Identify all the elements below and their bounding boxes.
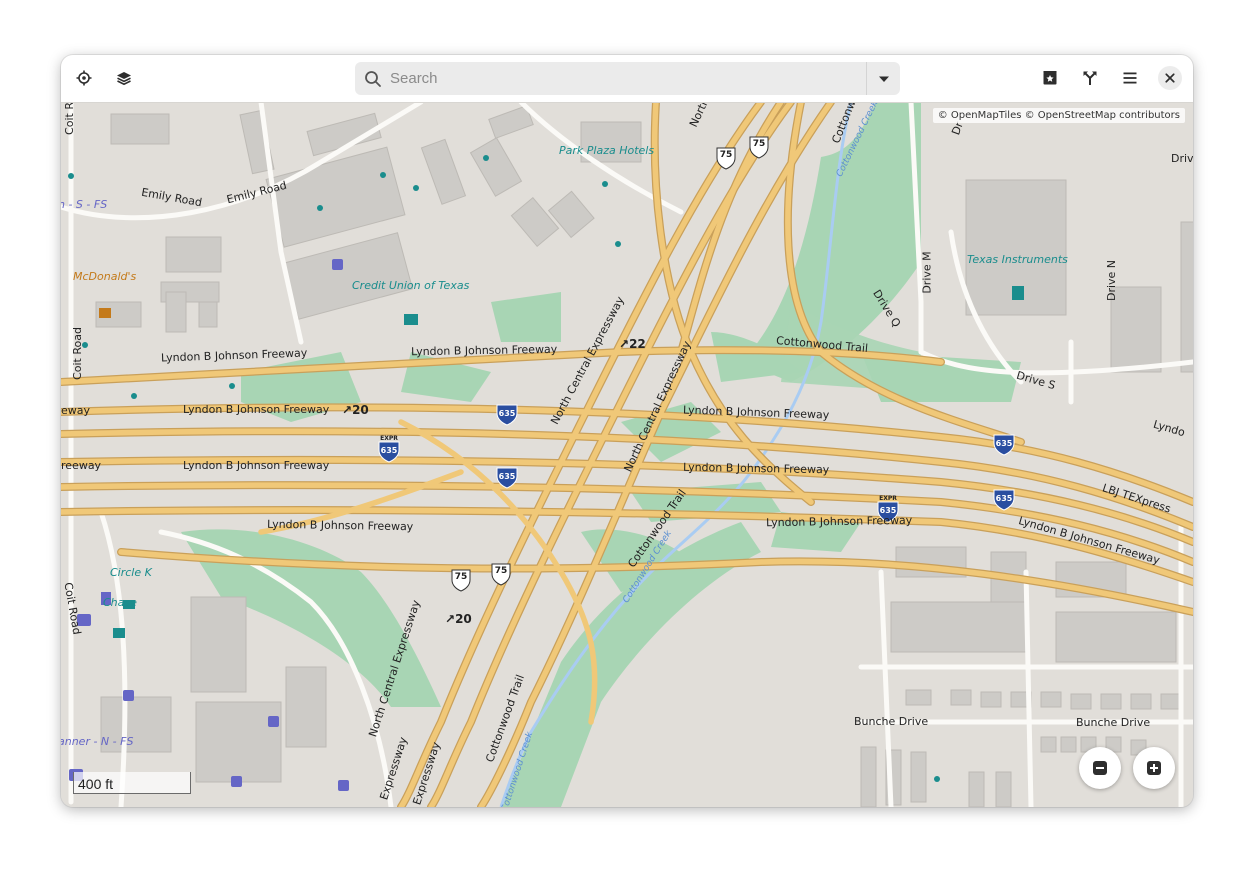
favorites-button[interactable] [1036,64,1064,92]
dropdown-icon [878,76,889,82]
layers-button[interactable] [110,64,138,92]
route-icon [1083,71,1097,85]
map-view[interactable]: Emily Road Emily Road Coit Road Coit Roa… [61,92,1193,807]
search-dropdown-button[interactable] [866,62,900,95]
locate-button[interactable] [70,64,98,92]
menu-icon [1123,72,1137,84]
zoom-out-button[interactable] [1079,747,1121,789]
search-box[interactable] [355,62,900,95]
search-input[interactable] [388,69,862,88]
close-button[interactable] [1158,66,1182,90]
main-menu-button[interactable] [1116,64,1144,92]
close-icon [1165,73,1175,83]
zoom-in-button[interactable] [1133,747,1175,789]
locate-icon [76,70,92,86]
map-attribution[interactable]: © OpenMapTiles © OpenStreetMap contribut… [932,108,1185,123]
favorites-icon [1043,71,1057,85]
maps-window: Emily Road Emily Road Coit Road Coit Roa… [61,55,1193,807]
scale-bar: 400 ft [73,772,191,794]
zoom-out-icon [1093,761,1107,775]
map-canvas[interactable] [61,102,1193,807]
search-icon [365,70,381,87]
route-button[interactable] [1076,64,1104,92]
layers-icon [117,72,131,86]
zoom-in-icon [1147,761,1161,775]
header-bar [61,55,1193,103]
